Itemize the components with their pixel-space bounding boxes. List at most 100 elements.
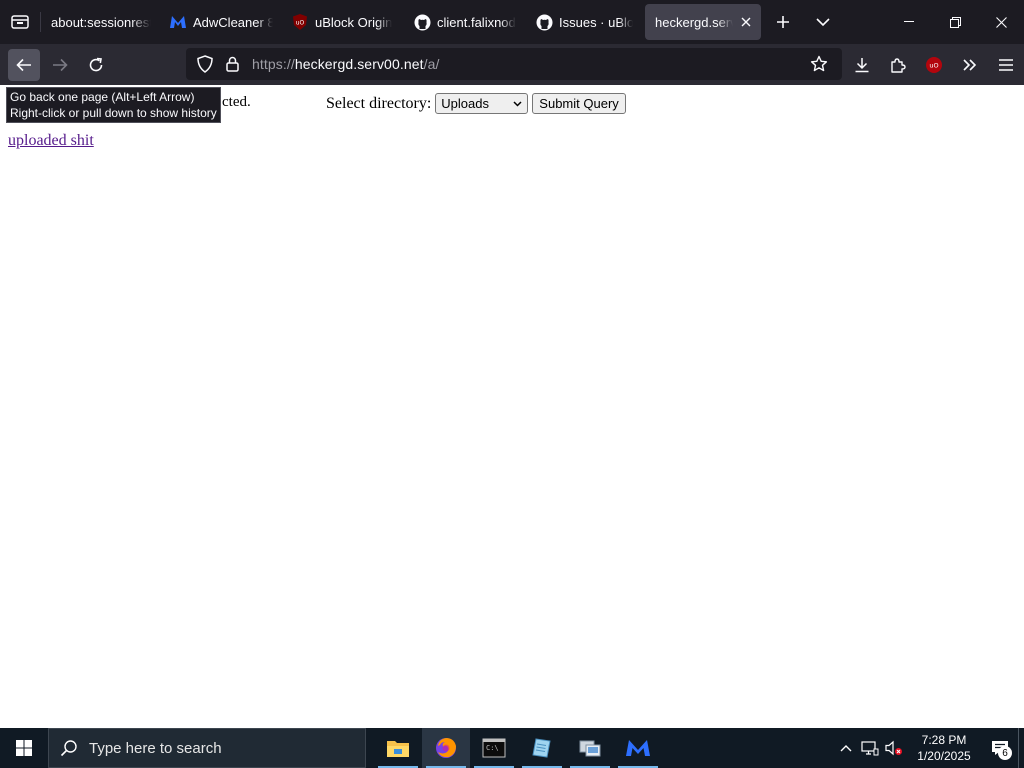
windows-logo-icon bbox=[16, 740, 32, 756]
notification-badge: 6 bbox=[998, 746, 1012, 760]
page-content: cted. Select directory: Uploads Submit Q… bbox=[0, 85, 1024, 728]
network-app-button[interactable] bbox=[566, 728, 614, 768]
forward-button[interactable] bbox=[44, 49, 76, 81]
lock-icon[interactable] bbox=[222, 56, 242, 72]
tab-label: heckergd.serv00 bbox=[655, 14, 733, 30]
search-placeholder: Type here to search bbox=[89, 739, 222, 757]
close-icon[interactable] bbox=[739, 17, 753, 27]
select-value: Uploads bbox=[441, 96, 489, 111]
volume-muted-icon bbox=[885, 740, 902, 756]
show-desktop-button[interactable] bbox=[1018, 728, 1024, 768]
malwarebytes-icon bbox=[169, 13, 187, 31]
url-bar[interactable]: https://heckergd.serv00.net/a/ bbox=[186, 48, 842, 80]
system-tray: 7:28 PM 1/20/2025 6 bbox=[834, 728, 1024, 768]
arrow-right-icon bbox=[53, 58, 68, 71]
directory-form: Select directory: Uploads Submit Query bbox=[326, 93, 626, 114]
terminal-button[interactable]: C:\ bbox=[470, 728, 518, 768]
ublock-toolbar-button[interactable]: uO bbox=[916, 47, 952, 83]
pinned-apps: C:\ bbox=[374, 728, 662, 768]
plus-icon bbox=[777, 16, 789, 28]
restore-icon bbox=[949, 16, 961, 28]
status-row: cted. bbox=[222, 94, 251, 111]
firefox-view-button[interactable] bbox=[0, 0, 40, 44]
file-explorer-icon bbox=[387, 741, 409, 757]
chevron-up-icon bbox=[840, 745, 852, 752]
clock-time: 7:28 PM bbox=[921, 733, 967, 747]
github-icon bbox=[413, 13, 431, 31]
close-window-button[interactable] bbox=[978, 0, 1024, 44]
downloads-button[interactable] bbox=[844, 47, 880, 83]
arrow-left-icon bbox=[16, 58, 31, 71]
navigation-toolbar: https://heckergd.serv00.net/a/ uO bbox=[0, 44, 1024, 85]
tab-ublock[interactable]: uO uBlock Origin bbox=[281, 4, 403, 40]
tracking-protection-icon[interactable] bbox=[188, 55, 222, 73]
extensions-button[interactable] bbox=[880, 47, 916, 83]
list-all-tabs-button[interactable] bbox=[803, 0, 843, 44]
tab-github-issues[interactable]: Issues · uBlock bbox=[525, 4, 641, 40]
url-text[interactable]: https://heckergd.serv00.net/a/ bbox=[252, 56, 439, 72]
back-button-tooltip: Go back one page (Alt+Left Arrow) Right-… bbox=[6, 87, 221, 123]
notepad-icon bbox=[532, 738, 551, 758]
start-button[interactable] bbox=[0, 728, 48, 768]
bookmark-star-icon[interactable] bbox=[810, 55, 828, 78]
ublock-icon: uO bbox=[291, 13, 309, 31]
url-host: heckergd.serv00.net bbox=[294, 56, 424, 72]
network-status-button[interactable] bbox=[858, 728, 882, 768]
action-center-button[interactable]: 6 bbox=[982, 728, 1018, 768]
close-icon bbox=[995, 16, 1007, 28]
malwarebytes-icon bbox=[626, 740, 650, 756]
firefox-taskbar-button[interactable] bbox=[422, 728, 470, 768]
new-tab-button[interactable] bbox=[763, 0, 803, 44]
overflow-button[interactable] bbox=[952, 47, 988, 83]
status-text: cted. bbox=[222, 94, 251, 110]
puzzle-icon bbox=[891, 57, 906, 73]
clock[interactable]: 7:28 PM 1/20/2025 bbox=[906, 732, 982, 764]
volume-button[interactable] bbox=[882, 728, 906, 768]
tooltip-line: Right-click or pull down to show history bbox=[10, 106, 217, 120]
tab-bar: about:sessionresto AdwCleaner 8 uO uBloc… bbox=[0, 0, 1024, 44]
window-controls bbox=[886, 0, 1024, 44]
firefox-icon bbox=[436, 738, 456, 758]
back-button[interactable] bbox=[8, 48, 40, 81]
download-icon bbox=[855, 57, 869, 72]
tab-session-restore[interactable]: about:sessionresto bbox=[41, 4, 159, 40]
file-explorer-button[interactable] bbox=[374, 728, 422, 768]
app-menu-button[interactable] bbox=[988, 47, 1024, 83]
hamburger-menu-icon bbox=[999, 58, 1013, 71]
restore-button[interactable] bbox=[932, 0, 978, 44]
tab-label: about:sessionresto bbox=[51, 14, 151, 30]
url-path: /a/ bbox=[423, 56, 440, 72]
network-app-icon bbox=[579, 740, 601, 757]
network-icon bbox=[861, 741, 879, 756]
double-chevron-right-icon bbox=[963, 58, 977, 71]
uploaded-link[interactable]: uploaded shit bbox=[8, 132, 94, 150]
tab-heckergd[interactable]: heckergd.serv00 bbox=[645, 4, 761, 40]
svg-text:C:\: C:\ bbox=[486, 744, 499, 752]
select-label: Select directory: bbox=[326, 94, 432, 112]
terminal-icon: C:\ bbox=[482, 738, 506, 758]
clock-date: 1/20/2025 bbox=[917, 749, 971, 763]
malwarebytes-taskbar-button[interactable] bbox=[614, 728, 662, 768]
reload-button[interactable] bbox=[80, 49, 112, 81]
tab-list: about:sessionresto AdwCleaner 8 uO uBloc… bbox=[41, 0, 761, 44]
notepad-button[interactable] bbox=[518, 728, 566, 768]
ublock-icon: uO bbox=[926, 56, 942, 73]
tab-label: uBlock Origin bbox=[315, 14, 393, 30]
search-icon bbox=[49, 739, 89, 757]
url-prefix: https:// bbox=[252, 56, 295, 72]
taskbar-search[interactable]: Type here to search bbox=[48, 728, 366, 768]
svg-text:uO: uO bbox=[929, 61, 938, 69]
tab-label: AdwCleaner 8 bbox=[193, 14, 273, 30]
windows-taskbar: Type here to search C:\ 7:28 PM 1/20/202… bbox=[0, 728, 1024, 768]
chevron-down-icon bbox=[816, 18, 830, 27]
show-hidden-icons-button[interactable] bbox=[834, 728, 858, 768]
minimize-button[interactable] bbox=[886, 0, 932, 44]
firefox-view-icon bbox=[11, 15, 29, 29]
tab-github-client[interactable]: client.falixnod bbox=[403, 4, 525, 40]
submit-button[interactable]: Submit Query bbox=[532, 93, 626, 114]
tooltip-line: Go back one page (Alt+Left Arrow) bbox=[10, 90, 195, 104]
tab-adwcleaner[interactable]: AdwCleaner 8 bbox=[159, 4, 281, 40]
chevron-down-icon bbox=[513, 100, 522, 107]
tab-label: client.falixnod bbox=[437, 14, 516, 30]
directory-select[interactable]: Uploads bbox=[435, 93, 529, 114]
